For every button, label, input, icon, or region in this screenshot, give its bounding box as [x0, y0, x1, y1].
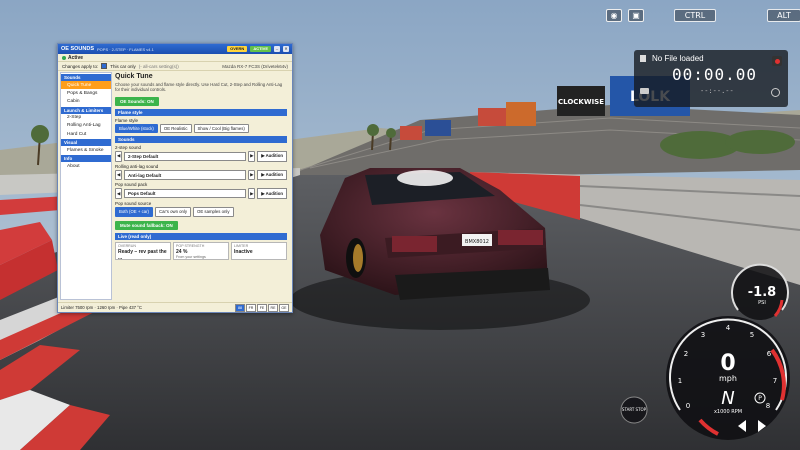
start-stop-label: START STOP — [622, 407, 647, 412]
boost-gauge: -1.8 PSI — [731, 263, 789, 320]
boost-value: -1.8 — [748, 285, 776, 300]
speed-unit: mph — [719, 374, 737, 383]
start-stop-button: START STOP — [620, 396, 648, 424]
gauge-overlay: -1.8 PSI 0 1 2 3 4 5 6 7 8 0 mph N x1000… — [620, 263, 790, 440]
rpm-tick-3: 3 — [701, 331, 705, 339]
rpm-tick-8: 8 — [766, 402, 770, 410]
tachometer: 0 1 2 3 4 5 6 7 8 0 mph N x1000 RPM P — [666, 316, 790, 440]
rpm-tick-5: 5 — [750, 331, 754, 339]
rpm-tick-0: 0 — [686, 402, 690, 410]
rpm-unit: x1000 RPM — [714, 409, 742, 415]
rpm-tick-7: 7 — [773, 377, 777, 385]
speed-value: 0 — [720, 351, 735, 376]
rpm-tick-2: 2 — [684, 350, 688, 358]
rpm-tick-1: 1 — [678, 377, 682, 385]
boost-unit: PSI — [758, 300, 766, 306]
rpm-tick-6: 6 — [767, 350, 772, 358]
gear-indicator: N — [721, 388, 734, 409]
drive-mode: P — [758, 395, 762, 402]
rpm-tick-4: 4 — [726, 324, 731, 332]
